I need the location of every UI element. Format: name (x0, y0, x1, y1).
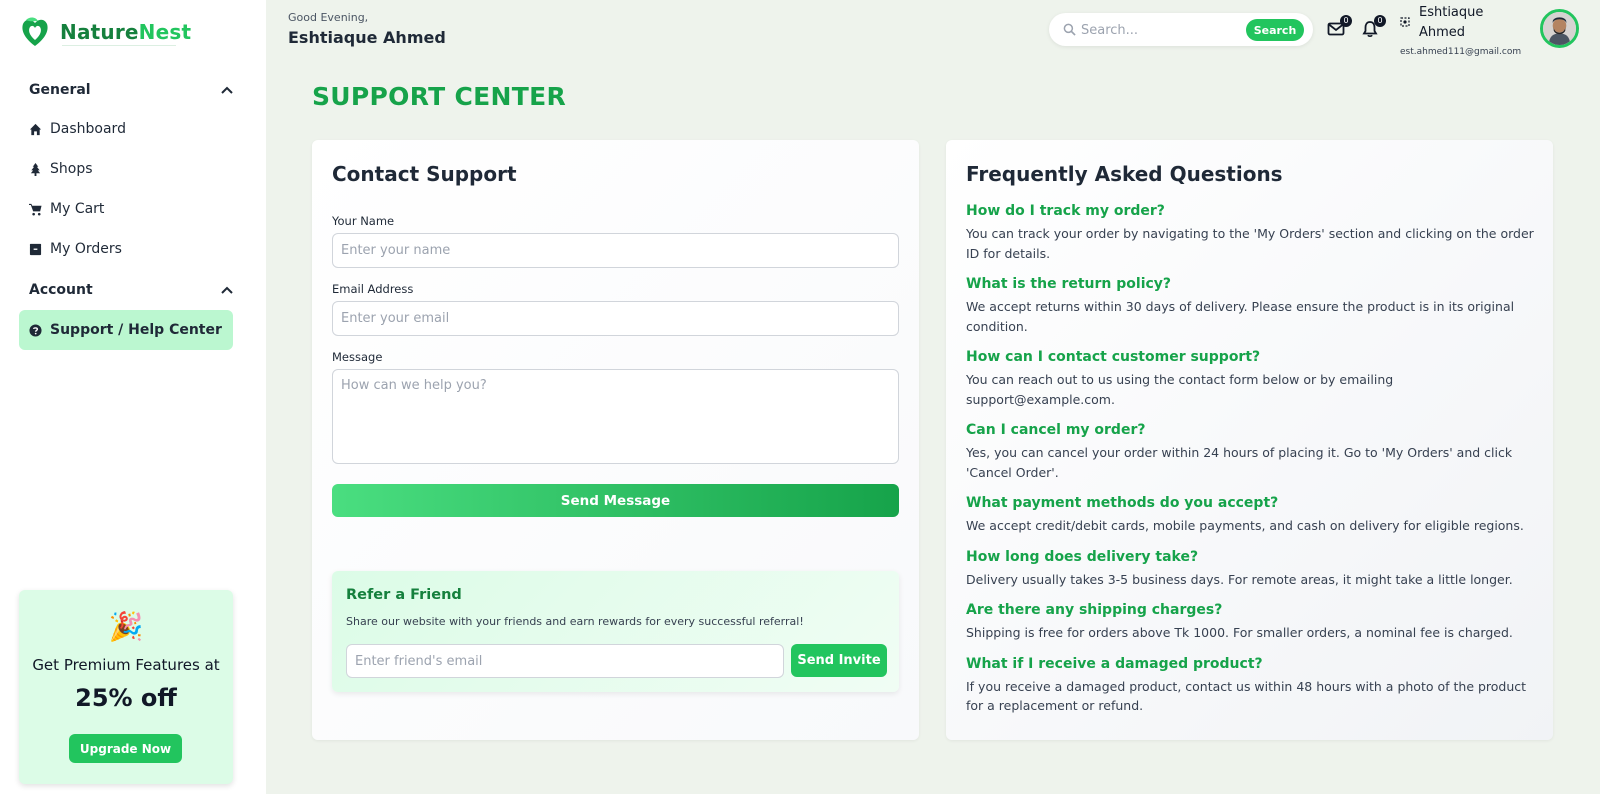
party-popper-icon: 🎉 (108, 610, 144, 643)
faq-title: Frequently Asked Questions (966, 162, 1283, 186)
section-general-title: General (29, 82, 91, 98)
notification-count-badge: 0 (1374, 15, 1386, 27)
sidebar-item-label: Support / Help Center (50, 322, 222, 338)
promo-discount: 25% off (75, 684, 177, 712)
refer-description: Share our website with your friends and … (346, 615, 804, 628)
faq-question: What if I receive a damaged product? (966, 655, 1263, 672)
search-bar: Search (1049, 13, 1313, 46)
home-icon (29, 123, 42, 135)
promo-text: Get Premium Features at (32, 656, 220, 674)
section-general-toggle[interactable]: General (29, 82, 234, 98)
faq-answer: Delivery usually takes 3-5 business days… (966, 571, 1513, 587)
section-account-toggle[interactable]: Account (29, 282, 234, 298)
avatar[interactable] (1540, 9, 1579, 48)
faq-item: What is the return policy? We accept ret… (966, 275, 1534, 336)
faq-answer: We accept returns within 30 days of deli… (966, 299, 1515, 334)
sidebar-item-my-cart[interactable]: My Cart (19, 189, 233, 229)
chevron-up-icon (221, 286, 233, 294)
faq-card: Frequently Asked Questions How do I trac… (946, 140, 1553, 740)
upgrade-now-button[interactable]: Upgrade Now (69, 734, 182, 763)
refer-title: Refer a Friend (346, 587, 462, 603)
send-invite-button[interactable]: Send Invite (791, 644, 887, 677)
faq-item: What if I receive a damaged product? If … (966, 655, 1534, 716)
mail-count-badge: 0 (1340, 15, 1352, 27)
chevron-up-icon (221, 86, 233, 94)
page-title: SUPPORT CENTER (312, 82, 567, 111)
cart-icon (29, 203, 42, 215)
message-label: Message (332, 350, 383, 364)
faq-question: What payment methods do you accept? (966, 495, 1279, 511)
faq-item: Are there any shipping charges? Shipping… (966, 601, 1534, 643)
name-label: Your Name (332, 214, 395, 228)
box-icon (29, 243, 42, 255)
faq-answer: Shipping is free for orders above Tk 100… (966, 625, 1513, 640)
sidebar-item-label: Shops (50, 161, 93, 177)
logo-divider (62, 45, 176, 46)
contact-support-card: Contact Support Your Name Email Address … (312, 140, 919, 740)
friend-email-field[interactable] (346, 644, 784, 678)
faq-question: Are there any shipping charges? (966, 602, 1223, 618)
section-account-title: Account (29, 282, 93, 298)
user-avatar-icon (1543, 12, 1576, 45)
sidebar: NatureNest General Dashboard Shops My Ca… (0, 0, 266, 794)
leaf-heart-logo-icon (22, 17, 48, 46)
sidebar-item-dashboard[interactable]: Dashboard (19, 109, 233, 149)
faq-answer: You can track your order by navigating t… (966, 226, 1534, 261)
faq-item: What payment methods do you accept? We a… (966, 494, 1534, 536)
faq-question: How do I track my order? (966, 203, 1165, 219)
faq-answer: Yes, you can cancel your order within 24… (966, 445, 1513, 480)
tree-icon (30, 162, 41, 176)
faq-answer: If you receive a damaged product, contac… (966, 678, 1527, 714)
mail-button[interactable]: 0 (1327, 15, 1352, 40)
faq-answer: We accept credit/debit cards, mobile pay… (966, 518, 1524, 533)
sidebar-item-label: Dashboard (50, 121, 126, 137)
faq-question: How can I contact customer support? (966, 349, 1261, 365)
brand-logo[interactable]: NatureNest (20, 16, 191, 48)
refer-a-friend-box: Refer a Friend Share our website with yo… (332, 571, 899, 692)
faq-question: How long does delivery take? (966, 548, 1199, 565)
profile-email: est.ahmed111@gmail.com (1400, 47, 1522, 57)
sidebar-item-shops[interactable]: Shops (19, 149, 233, 189)
sidebar-item-label: My Cart (50, 201, 105, 217)
brand-name: NatureNest (60, 20, 192, 44)
search-input[interactable] (1081, 19, 1241, 41)
faq-item: How do I track my order? You can track y… (966, 202, 1534, 263)
notifications-button[interactable]: 0 (1361, 15, 1386, 40)
message-field[interactable] (332, 369, 899, 464)
sidebar-item-support-help-center[interactable]: Support / Help Center (19, 310, 233, 350)
faq-answer: You can reach out to us using the contac… (966, 372, 1394, 407)
name-field[interactable] (332, 233, 899, 268)
send-message-button[interactable]: Send Message (332, 484, 899, 517)
faq-question: Can I cancel my order? (966, 422, 1146, 438)
sidebar-item-label: My Orders (50, 241, 122, 257)
search-icon (1063, 23, 1076, 36)
greeting-user-name: Eshtiaque Ahmed (288, 28, 446, 47)
email-label: Email Address (332, 282, 414, 296)
contact-support-title: Contact Support (332, 162, 517, 186)
faq-item: Can I cancel my order? Yes, you can canc… (966, 421, 1534, 482)
question-circle-icon (29, 323, 42, 337)
faq-item: How long does delivery take? Delivery us… (966, 548, 1534, 590)
faq-item: How can I contact customer support? You … (966, 348, 1534, 409)
premium-promo-card: 🎉 Get Premium Features at 25% off Upgrad… (19, 590, 233, 784)
email-field[interactable] (332, 301, 899, 336)
user-status-icon (1400, 17, 1410, 27)
search-button[interactable]: Search (1246, 19, 1304, 41)
faq-question: What is the return policy? (966, 276, 1172, 292)
greeting-text: Good Evening, (288, 11, 369, 24)
faq-list: How do I track my order? You can track y… (966, 202, 1534, 728)
profile-name: Eshtiaque Ahmed (1419, 5, 1484, 40)
sidebar-item-my-orders[interactable]: My Orders (19, 229, 233, 269)
